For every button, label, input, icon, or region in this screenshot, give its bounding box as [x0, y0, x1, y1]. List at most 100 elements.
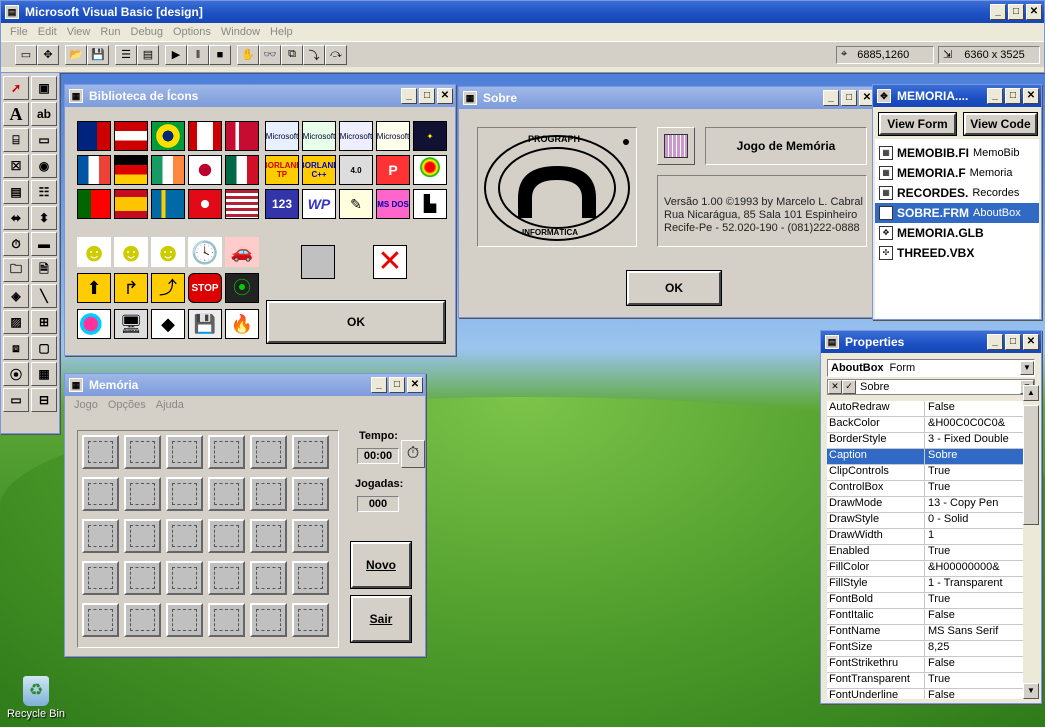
computer-icon[interactable]: 🖥: [114, 309, 148, 339]
new-module-icon[interactable]: ✥: [37, 44, 59, 65]
memory-card[interactable]: [292, 477, 329, 511]
memory-card[interactable]: [82, 477, 119, 511]
memory-card[interactable]: [124, 561, 161, 595]
flag-usa-icon[interactable]: [225, 189, 259, 219]
commandbutton-tool-icon[interactable]: ▭: [31, 128, 57, 152]
memory-card[interactable]: [250, 561, 287, 595]
minimize-button[interactable]: _: [987, 334, 1003, 350]
list-item[interactable]: ▦ RECORDES. Recordes: [875, 183, 1039, 203]
memory-card[interactable]: [292, 435, 329, 469]
maximize-button[interactable]: □: [1005, 334, 1021, 350]
optionbutton3d-tool-icon[interactable]: ⦿: [3, 362, 29, 386]
memory-card[interactable]: [82, 561, 119, 595]
flag-canada-icon[interactable]: [188, 121, 222, 151]
trash-fire-icon[interactable]: 🔥: [225, 309, 259, 339]
table-row[interactable]: FillColor &H00000000&: [827, 561, 1023, 577]
memory-card[interactable]: [250, 435, 287, 469]
memory-card[interactable]: [124, 519, 161, 553]
flag-sweden-icon[interactable]: [151, 189, 185, 219]
textbox-tool-icon[interactable]: ab: [31, 102, 57, 126]
dos-40-icon[interactable]: 4.0: [339, 155, 373, 185]
memory-card[interactable]: [82, 435, 119, 469]
memory-card[interactable]: [124, 477, 161, 511]
scroll-thumb[interactable]: [1023, 405, 1039, 525]
properties-icon[interactable]: ▤: [137, 44, 159, 65]
smiley-face-icon[interactable]: ☻: [114, 237, 148, 267]
toggle-breakpoint-icon[interactable]: ✋: [237, 44, 259, 65]
memory-card[interactable]: [82, 519, 119, 553]
table-row[interactable]: FontBold True: [827, 593, 1023, 609]
sair-button[interactable]: Sair: [350, 595, 412, 643]
memory-card[interactable]: [250, 519, 287, 553]
chevron-down-icon[interactable]: ▼: [1020, 361, 1034, 375]
menu-edit[interactable]: Edit: [33, 26, 62, 38]
flag-brazil-icon[interactable]: [151, 121, 185, 151]
stop-icon[interactable]: ■: [209, 44, 231, 65]
memory-card[interactable]: [208, 561, 245, 595]
menu-file[interactable]: File: [5, 26, 33, 38]
memory-card[interactable]: [166, 435, 203, 469]
table-row[interactable]: BorderStyle 3 - Fixed Double: [827, 433, 1023, 449]
pointer-tool-icon[interactable]: ➚: [3, 76, 29, 100]
ole-tool-icon[interactable]: ⧈: [3, 336, 29, 360]
traffic-light-icon[interactable]: ⦿: [225, 273, 259, 303]
road-sign-turn-icon[interactable]: ↱: [114, 273, 148, 303]
accept-edit-icon[interactable]: ✓: [842, 380, 856, 394]
menu-design-icon[interactable]: ☰: [115, 44, 137, 65]
table-row[interactable]: Enabled True: [827, 545, 1023, 561]
table-row[interactable]: ControlBox True: [827, 481, 1023, 497]
ms-powerpoint-icon[interactable]: Microsoft: [376, 121, 410, 151]
ms-word-icon[interactable]: Microsoft: [339, 121, 373, 151]
table-row[interactable]: DrawWidth 1: [827, 529, 1023, 545]
flag-spain-icon[interactable]: [114, 189, 148, 219]
minimize-button[interactable]: _: [987, 88, 1003, 104]
floppy-icon[interactable]: ◆: [151, 309, 185, 339]
red-x-icon[interactable]: ✕: [373, 245, 407, 279]
table-row[interactable]: DrawMode 13 - Copy Pen: [827, 497, 1023, 513]
balloon-icon[interactable]: [413, 155, 447, 185]
run-icon[interactable]: ▶: [165, 44, 187, 65]
table-row[interactable]: AutoRedraw False: [827, 401, 1023, 417]
maximize-button[interactable]: □: [841, 90, 857, 106]
frame3d-tool-icon[interactable]: ▭: [3, 388, 29, 412]
about-ok-button[interactable]: OK: [626, 270, 722, 306]
table-row[interactable]: FontStrikethru False: [827, 657, 1023, 673]
memory-card[interactable]: [124, 603, 161, 637]
close-button[interactable]: ✕: [407, 377, 423, 393]
table-row[interactable]: BackColor &H00C0C0C0&: [827, 417, 1023, 433]
new-form-icon[interactable]: ▭: [15, 44, 37, 65]
borland-tp-icon[interactable]: BORLAND TP: [265, 155, 299, 185]
flag-austria-icon[interactable]: [114, 121, 148, 151]
chess-icon[interactable]: ▙: [413, 189, 447, 219]
menu-jogo[interactable]: Jogo: [69, 399, 103, 411]
combobox-tool-icon[interactable]: ▤: [3, 180, 29, 204]
calls-icon[interactable]: ⧉: [281, 44, 303, 65]
close-button[interactable]: ✕: [1023, 88, 1039, 104]
flag-mexico-icon[interactable]: [225, 155, 259, 185]
command3d-tool-icon[interactable]: ▦: [31, 362, 57, 386]
view-form-button[interactable]: View Form: [878, 112, 957, 136]
minimize-button[interactable]: _: [990, 4, 1006, 20]
close-button[interactable]: ✕: [1023, 334, 1039, 350]
label-tool-icon[interactable]: A: [3, 102, 29, 126]
memory-card[interactable]: [166, 561, 203, 595]
flag-portugal-icon[interactable]: [77, 189, 111, 219]
memory-card[interactable]: [208, 435, 245, 469]
optionbutton-tool-icon[interactable]: ◉: [31, 154, 57, 178]
wordperfect-icon[interactable]: WP: [302, 189, 336, 219]
ribbon-tool-icon[interactable]: ⊟: [31, 388, 57, 412]
memory-card[interactable]: [166, 519, 203, 553]
flag-france-icon[interactable]: [77, 155, 111, 185]
minimize-button[interactable]: _: [401, 88, 417, 104]
flag-australia-icon[interactable]: [77, 121, 111, 151]
clock-icon[interactable]: 🕓: [188, 237, 222, 267]
view-code-button[interactable]: View Code: [962, 112, 1039, 136]
break-icon[interactable]: ‖: [187, 44, 209, 65]
timer-tool-icon[interactable]: ⏱: [3, 232, 29, 256]
table-row[interactable]: DrawStyle 0 - Solid: [827, 513, 1023, 529]
maximize-button[interactable]: □: [389, 377, 405, 393]
list-item[interactable]: ▦ MEMOBIB.FI MemoBib: [875, 143, 1039, 163]
dirlist-tool-icon[interactable]: 🗀: [3, 258, 29, 282]
flag-denmark-icon[interactable]: [225, 121, 259, 151]
minimize-button[interactable]: _: [823, 90, 839, 106]
